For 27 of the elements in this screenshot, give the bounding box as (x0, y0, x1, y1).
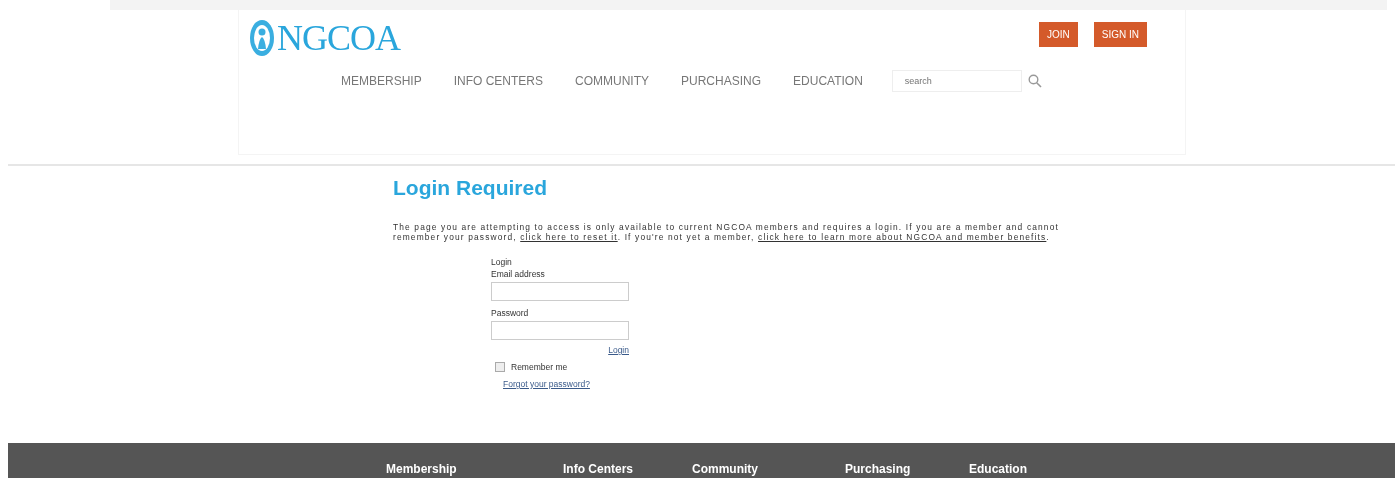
password-field[interactable] (491, 321, 629, 340)
nav-link[interactable]: MEMBERSHIP (341, 74, 422, 88)
footer-link[interactable]: Community (692, 462, 845, 478)
nav-link[interactable]: PURCHASING (681, 74, 762, 88)
forgot-password-link[interactable]: Forgot your password? (503, 379, 629, 389)
email-label: Email address (491, 268, 546, 280)
form-heading: Login (491, 256, 513, 268)
password-label: Password (491, 307, 530, 319)
footer-link[interactable]: Membership (386, 462, 563, 478)
search-field[interactable]: search (891, 70, 1022, 92)
header-button[interactable]: JOIN (1039, 22, 1078, 47)
remember-label: Remember me (511, 361, 568, 373)
page-title: Login Required (393, 176, 548, 200)
nav-link[interactable]: COMMUNITY (575, 74, 650, 88)
email-field[interactable] (491, 282, 629, 301)
search-icon[interactable] (1027, 74, 1042, 88)
footer-link[interactable]: Education (969, 462, 1027, 478)
login-link[interactable]: Login (608, 345, 629, 355)
footer-link[interactable]: Purchasing (845, 462, 969, 478)
nav-link[interactable]: EDUCATION (793, 74, 863, 88)
remember-checkbox[interactable] (495, 362, 505, 372)
footer-link[interactable]: Info Centers (563, 462, 692, 478)
access-message: The page you are attempting to access is only available to current NGCOA members and requires a login. If you are a member and cannot remember your password, click here to reset it. If you're not yet a member, click here to learn more about NGCOA and member benefits. (393, 222, 1060, 242)
message-link[interactable]: click here to reset it (520, 232, 618, 242)
nav-link[interactable]: INFO CENTERS (453, 74, 544, 88)
header-button[interactable]: SIGN IN (1093, 22, 1147, 47)
message-link[interactable]: click here to learn more about NGCOA and member benefits (758, 232, 1047, 242)
